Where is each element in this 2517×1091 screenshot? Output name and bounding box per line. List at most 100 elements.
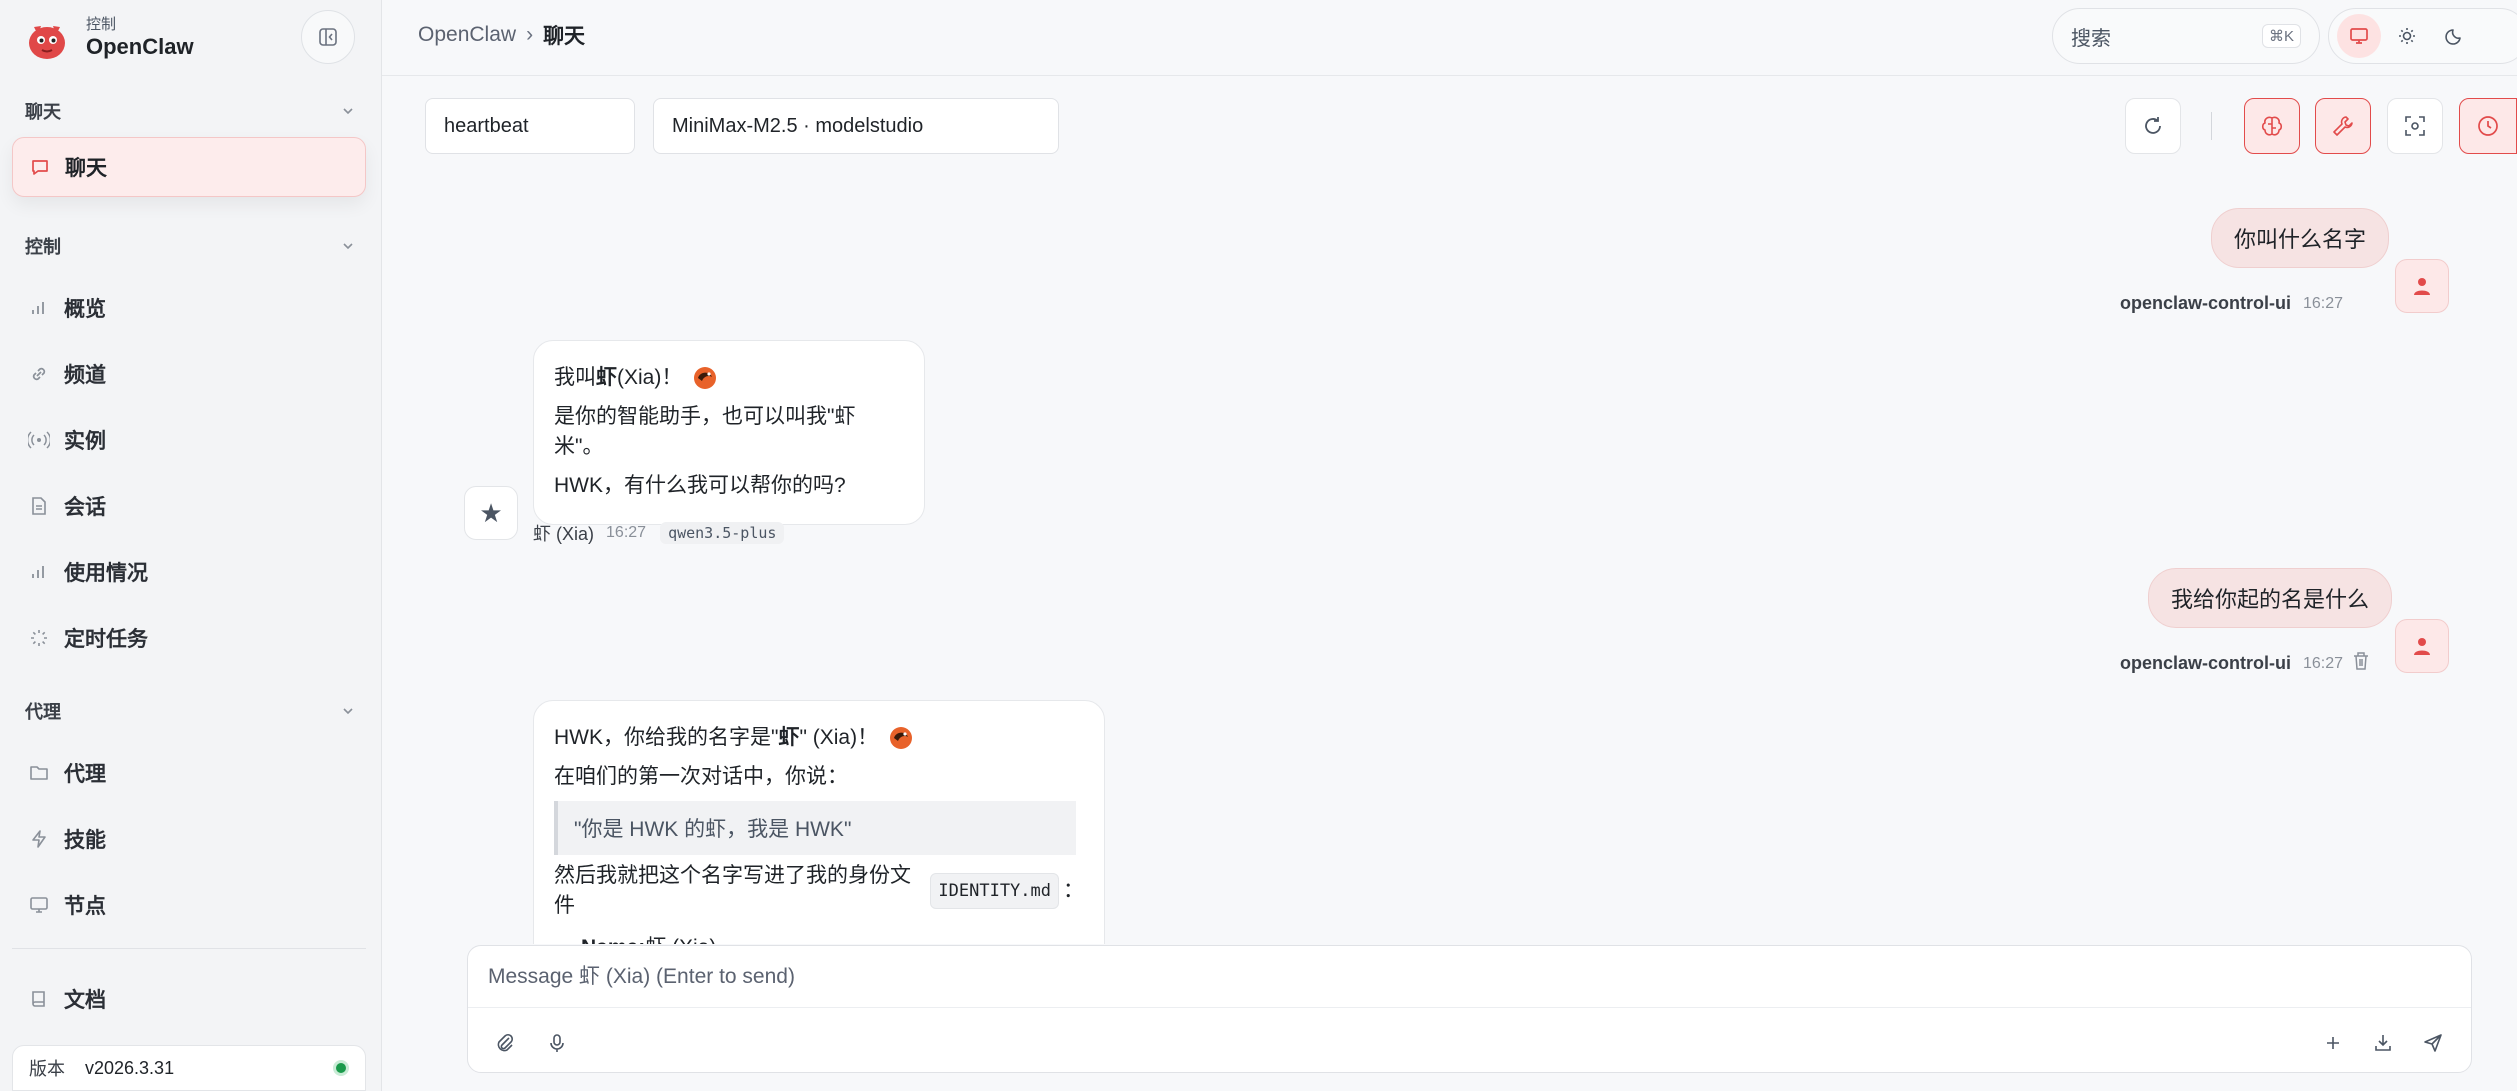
- brain-icon: [2261, 116, 2283, 136]
- sidebar-item-label: 文档: [64, 989, 106, 1012]
- sidebar-item-skills[interactable]: 技能: [12, 809, 366, 869]
- user-avatar: [2395, 259, 2449, 313]
- focus-mode-button[interactable]: [2387, 98, 2443, 154]
- user-icon: [2414, 638, 2430, 655]
- openclaw-logo-icon: [29, 26, 65, 59]
- sidebar-item-label: 使用情况: [64, 562, 148, 585]
- model-select[interactable]: MiniMax-M2.5 · modelstudio: [653, 98, 1059, 154]
- collapse-sidebar-button[interactable]: [301, 10, 355, 64]
- section-chat-label: 聊天: [25, 102, 61, 122]
- send-button[interactable]: [2416, 1026, 2450, 1060]
- shrimp-emoji-icon: [890, 727, 913, 749]
- focus-icon: [2405, 116, 2425, 136]
- moon-icon: [2445, 29, 2461, 45]
- book-icon: [28, 988, 50, 1010]
- user-message-meta: openclaw-control-ui 16:27: [2120, 653, 2343, 674]
- section-agent[interactable]: 代理: [25, 696, 355, 726]
- message-time: 16:27: [2303, 294, 2344, 312]
- sidebar-item-label: 定时任务: [64, 628, 148, 651]
- assistant-avatar: ★: [464, 486, 518, 540]
- version-info: 版本 v2026.3.31: [12, 1045, 366, 1091]
- user-message-text: 我给你起的名是什么: [2171, 587, 2370, 612]
- session-select[interactable]: heartbeat: [425, 98, 635, 154]
- brand-subtitle: 控制: [86, 16, 117, 33]
- message-time: 16:27: [606, 524, 647, 541]
- voice-input-button[interactable]: [540, 1026, 574, 1060]
- download-icon: [2375, 1035, 2391, 1051]
- sidebar-item-label: 会话: [64, 496, 106, 519]
- lightning-icon: [28, 828, 50, 850]
- session-select-value: heartbeat: [444, 114, 529, 137]
- history-button[interactable]: [2459, 98, 2517, 154]
- theme-dark-button[interactable]: [2433, 14, 2477, 58]
- sidebar-item-label: 节点: [64, 895, 106, 918]
- broadcast-icon: [28, 429, 50, 451]
- star-icon: ★: [479, 497, 503, 528]
- breadcrumb-root[interactable]: OpenClaw: [418, 23, 516, 47]
- monitor-icon: [28, 894, 50, 916]
- text-segment: (Xia)！: [617, 366, 683, 389]
- attach-button[interactable]: [488, 1026, 522, 1060]
- user-message-meta: openclaw-control-ui 16:27: [2120, 293, 2343, 314]
- text-segment: " (Xia)！: [799, 726, 879, 749]
- folder-icon: [28, 762, 50, 784]
- assistant-message-meta: 虾 (Xia) 16:27 qwen3.5-plus: [533, 520, 785, 546]
- shrimp-emoji-icon: [694, 367, 717, 389]
- sidebar-item-overview[interactable]: 概览: [12, 278, 366, 338]
- breadcrumb-separator: ›: [526, 23, 534, 46]
- section-chat[interactable]: 聊天: [25, 96, 355, 126]
- refresh-button[interactable]: [2125, 98, 2181, 154]
- message-input[interactable]: [468, 946, 2471, 1008]
- sidebar-item-chat[interactable]: 聊天: [12, 137, 366, 197]
- chevron-down-icon: [343, 243, 353, 250]
- user-message-bubble: 我给你起的名是什么: [2148, 568, 2393, 628]
- section-control[interactable]: 控制: [25, 231, 355, 261]
- message-sender: openclaw-control-ui: [2120, 653, 2291, 673]
- sidebar-item-label: 实例: [64, 430, 106, 453]
- sidebar-item-usage[interactable]: 使用情况: [12, 542, 366, 602]
- thinking-toggle-button[interactable]: [2244, 98, 2300, 154]
- bar-chart-icon: [28, 561, 50, 583]
- message-line: 在咱们的第一次对话中，你说：: [554, 765, 848, 788]
- sidebar-item-docs[interactable]: 文档: [12, 969, 366, 1029]
- sidebar-item-instances[interactable]: 实例: [12, 410, 366, 470]
- version-value: v2026.3.31: [85, 1057, 175, 1078]
- new-chat-button[interactable]: [2316, 1026, 2350, 1060]
- sidebar-item-channels[interactable]: 频道: [12, 344, 366, 404]
- sun-icon: [2399, 28, 2415, 44]
- sidebar-item-agents[interactable]: 代理: [12, 743, 366, 803]
- brand[interactable]: 控制 OpenClaw: [22, 12, 194, 64]
- sidebar-item-sessions[interactable]: 会话: [12, 476, 366, 536]
- assistant-message-bubble: HWK，你给我的名字是" 虾 " (Xia)！ 在咱们的第一次对话中，你说： "你是…: [533, 700, 1105, 944]
- message-line: 是你的智能助手，也可以叫我"虾米"。: [554, 405, 856, 458]
- text-segment: HWK，你给我的名字是": [554, 726, 779, 749]
- user-message-bubble: 你叫什么名字: [2211, 208, 2390, 268]
- sidebar-divider: [12, 948, 366, 949]
- sidebar-item-label: 概览: [64, 298, 106, 321]
- message-time: 16:27: [2303, 654, 2344, 672]
- plus-icon: [2327, 1037, 2339, 1049]
- model-badge: qwen3.5-plus: [660, 522, 785, 544]
- theme-light-button[interactable]: [2385, 14, 2429, 58]
- version-label: 版本: [29, 1059, 65, 1079]
- user-avatar: [2395, 619, 2449, 673]
- paperclip-icon: [497, 1033, 514, 1052]
- delete-message-icon[interactable]: [2350, 650, 2372, 672]
- sidebar-item-cron[interactable]: 定时任务: [12, 608, 366, 668]
- sidebar-item-nodes[interactable]: 节点: [12, 875, 366, 935]
- text-segment: 虾 (Xia): [645, 933, 716, 944]
- chat-bubble-icon: [29, 156, 51, 178]
- message-composer: [467, 945, 2472, 1073]
- bold-text: 虾: [596, 366, 617, 389]
- search-box[interactable]: 搜索 ⌘K: [2052, 8, 2320, 64]
- theme-system-button[interactable]: [2337, 14, 2381, 58]
- message-line: 我叫虾 (Xia)！: [554, 363, 904, 393]
- export-button[interactable]: [2366, 1026, 2400, 1060]
- user-icon: [2414, 278, 2430, 295]
- wrench-icon: [2333, 116, 2353, 136]
- monitor-icon: [2350, 28, 2368, 44]
- message-line: 然后我就把这个名字写进了我的身份文件 IDENTITY.md：: [554, 861, 1084, 921]
- status-online-indicator: [333, 1060, 349, 1076]
- tools-toggle-button[interactable]: [2315, 98, 2371, 154]
- loader-icon: [28, 627, 50, 649]
